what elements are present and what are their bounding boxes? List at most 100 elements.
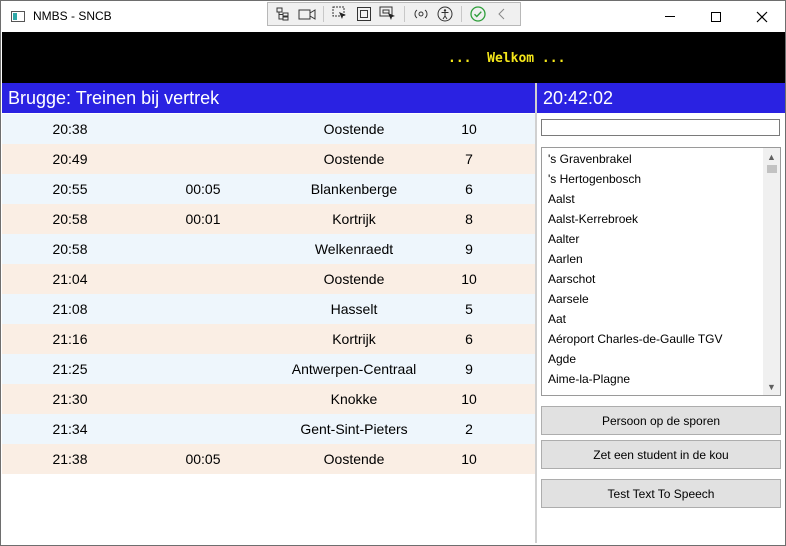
accessibility-icon[interactable] xyxy=(434,4,456,24)
maximize-button[interactable] xyxy=(693,1,739,32)
close-button[interactable] xyxy=(739,1,785,32)
page-title: Brugge: Treinen bij vertrek xyxy=(2,83,535,113)
departure-time: 21:38 xyxy=(52,451,88,467)
departure-time: 20:58 xyxy=(52,211,88,227)
minimize-icon xyxy=(665,16,675,17)
welcome-banner: ... Welkom ... xyxy=(2,32,785,83)
scrollbar-thumb[interactable] xyxy=(767,165,777,173)
station-list-item[interactable]: Aarschot xyxy=(548,269,595,289)
departure-time: 21:08 xyxy=(52,301,88,317)
station-list-item[interactable]: Aalter xyxy=(548,229,579,249)
hot-reload-icon[interactable] xyxy=(410,4,432,24)
departure-row[interactable]: 20:58 00:01 Kortrijk 8 xyxy=(2,204,535,234)
departure-track: 9 xyxy=(465,361,473,377)
toolbar-separator xyxy=(461,6,462,22)
departure-destination: Oostende xyxy=(323,151,385,167)
departure-track: 7 xyxy=(465,151,473,167)
departure-delay: 00:01 xyxy=(185,211,221,227)
station-list-item[interactable]: 's Hertogenbosch xyxy=(548,169,641,189)
scroll-up-icon[interactable]: ▲ xyxy=(763,148,780,165)
departure-destination: Kortrijk xyxy=(332,211,376,227)
student-button[interactable]: Zet een student in de kou xyxy=(541,440,781,469)
departure-time: 20:49 xyxy=(52,151,88,167)
departure-row[interactable]: 21:34 Gent-Sint-Pieters 2 xyxy=(2,414,535,444)
text-to-speech-button[interactable]: Test Text To Speech xyxy=(541,479,781,508)
departure-row[interactable]: 20:49 Oostende 7 xyxy=(2,144,535,174)
departure-track: 10 xyxy=(461,271,477,287)
live-visual-tree-icon[interactable] xyxy=(272,4,294,24)
departure-delay: 00:05 xyxy=(185,451,221,467)
station-list-item[interactable]: Aalst xyxy=(548,189,575,209)
departure-track: 6 xyxy=(465,181,473,197)
departure-time: 20:38 xyxy=(52,121,88,137)
departure-row[interactable]: 21:25 Antwerpen-Centraal 9 xyxy=(2,354,535,384)
station-list-item[interactable]: Aalst-Kerrebroek xyxy=(548,209,638,229)
departure-destination: Welkenraedt xyxy=(314,241,394,257)
departure-row[interactable]: 21:04 Oostende 10 xyxy=(2,264,535,294)
departure-time: 21:16 xyxy=(52,331,88,347)
departure-track: 8 xyxy=(465,211,473,227)
departure-destination: Oostende xyxy=(323,451,385,467)
toolbar-separator xyxy=(404,6,405,22)
station-list-item[interactable]: Agde xyxy=(548,349,576,369)
select-element-icon[interactable] xyxy=(329,4,351,24)
departure-track: 5 xyxy=(465,301,473,317)
departure-time: 21:25 xyxy=(52,361,88,377)
station-list-item[interactable]: 's Gravenbrakel xyxy=(548,149,632,169)
debug-toolbar xyxy=(267,2,521,26)
station-search-input[interactable] xyxy=(541,119,780,136)
departure-destination: Oostende xyxy=(323,271,385,287)
station-list-item[interactable]: Aéroport Charles-de-Gaulle TGV xyxy=(548,329,723,349)
station-list-scrollbar[interactable]: ▲ ▼ xyxy=(763,148,780,395)
station-list-item[interactable]: Aat xyxy=(548,309,566,329)
track-focused-element-icon[interactable] xyxy=(377,4,399,24)
departure-track: 9 xyxy=(465,241,473,257)
person-on-tracks-button[interactable]: Persoon op de sporen xyxy=(541,406,781,435)
departure-destination: Hasselt xyxy=(330,301,378,317)
departure-track: 6 xyxy=(465,331,473,347)
departure-row[interactable]: 20:38 Oostende 10 xyxy=(2,114,535,144)
departure-time: 21:04 xyxy=(52,271,88,287)
window-title: NMBS - SNCB xyxy=(33,9,112,23)
departure-delay: 00:05 xyxy=(185,181,221,197)
departure-destination: Kortrijk xyxy=(332,331,376,347)
display-layout-adorners-icon[interactable] xyxy=(353,4,375,24)
station-list[interactable]: 's Gravenbrakel 's Hertogenbosch Aalst A… xyxy=(541,147,781,396)
departure-row[interactable]: 21:08 Hasselt 5 xyxy=(2,294,535,324)
station-list-item[interactable]: Aime-la-Plagne xyxy=(548,369,630,389)
departure-row[interactable]: 21:16 Kortrijk 6 xyxy=(2,324,535,354)
close-icon xyxy=(756,11,768,22)
departure-track: 2 xyxy=(465,421,473,437)
panel-divider xyxy=(535,83,537,543)
check-icon[interactable] xyxy=(467,4,489,24)
departure-destination: Blankenberge xyxy=(310,181,398,197)
departure-row[interactable]: 21:38 00:05 Oostende 10 xyxy=(2,444,535,474)
welcome-text: ... Welkom ... xyxy=(448,51,566,66)
scroll-down-icon[interactable]: ▼ xyxy=(763,378,780,395)
departure-time: 20:55 xyxy=(52,181,88,197)
clock: 20:42:02 xyxy=(537,83,785,113)
departure-destination: Oostende xyxy=(323,121,385,137)
collapse-chevron-icon[interactable] xyxy=(491,4,513,24)
departure-destination: Knokke xyxy=(330,391,378,407)
departure-row[interactable]: 21:30 Knokke 10 xyxy=(2,384,535,414)
departure-time: 21:34 xyxy=(52,421,88,437)
station-list-item[interactable]: Aarsele xyxy=(548,289,589,309)
departure-row[interactable]: 20:55 00:05 Blankenberge 6 xyxy=(2,174,535,204)
departure-destination: Gent-Sint-Pieters xyxy=(300,421,408,437)
departure-row[interactable]: 20:58 Welkenraedt 9 xyxy=(2,234,535,264)
video-record-icon[interactable] xyxy=(296,4,318,24)
minimize-button[interactable] xyxy=(647,1,693,32)
title-bar[interactable]: NMBS - SNCB xyxy=(1,1,785,32)
departure-destination: Antwerpen-Centraal xyxy=(291,361,417,377)
departure-time: 20:58 xyxy=(52,241,88,257)
departure-track: 10 xyxy=(461,451,477,467)
app-icon xyxy=(11,11,25,22)
maximize-icon xyxy=(711,11,721,22)
station-list-item[interactable]: Aarlen xyxy=(548,249,583,269)
departure-time: 21:30 xyxy=(52,391,88,407)
toolbar-separator xyxy=(323,6,324,22)
app-window: NMBS - SNCB ... Welkom ... Brugge: Trein… xyxy=(0,0,786,546)
departure-track: 10 xyxy=(461,391,477,407)
departure-track: 10 xyxy=(461,121,477,137)
